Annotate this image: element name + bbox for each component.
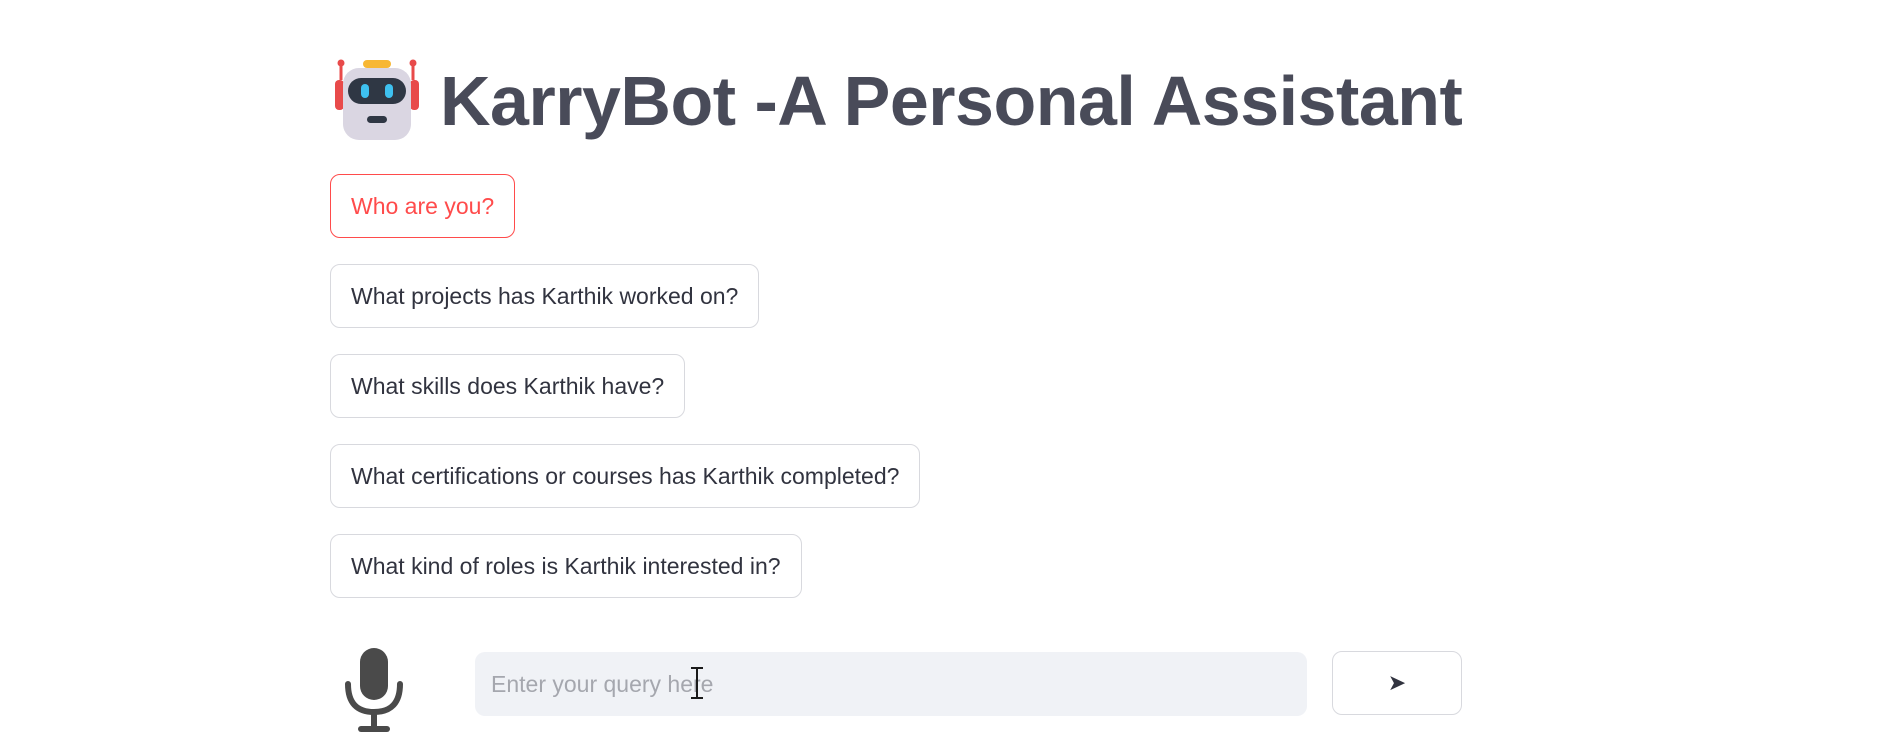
suggestion-button-certifications[interactable]: What certifications or courses has Karth… xyxy=(330,444,921,508)
suggestion-button-skills[interactable]: What skills does Karthik have? xyxy=(330,354,686,418)
suggestion-button-who-are-you[interactable]: Who are you? xyxy=(330,174,516,238)
robot-icon xyxy=(335,59,419,140)
query-input[interactable] xyxy=(475,652,1307,716)
send-button[interactable]: ➤ xyxy=(1332,651,1462,715)
header: KarryBot -A Personal Assistant xyxy=(334,58,1463,144)
suggestion-button-projects[interactable]: What projects has Karthik worked on? xyxy=(330,264,760,328)
suggestion-button-roles[interactable]: What kind of roles is Karthik interested… xyxy=(330,534,802,598)
app-page: KarryBot -A Personal Assistant Who are y… xyxy=(0,0,1900,748)
microphone-icon[interactable] xyxy=(342,648,406,734)
suggestion-list: Who are you? What projects has Karthik w… xyxy=(330,174,921,598)
send-arrow-icon: ➤ xyxy=(1387,670,1407,696)
page-title: KarryBot -A Personal Assistant xyxy=(440,62,1463,140)
